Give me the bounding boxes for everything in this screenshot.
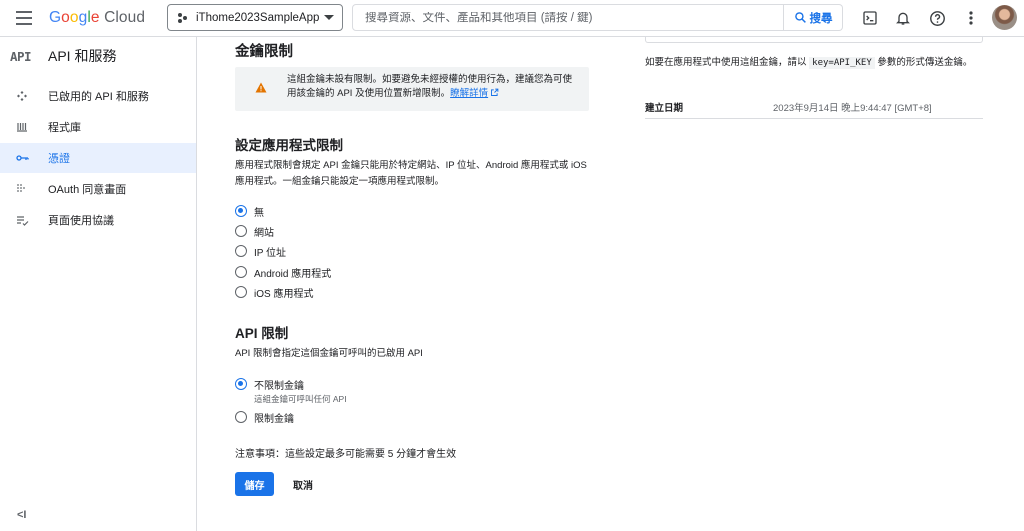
radio-selected-icon[interactable]: [235, 378, 247, 390]
app-restriction-none-option[interactable]: 無: [235, 203, 264, 219]
app-restriction-websites-option[interactable]: 網站: [235, 223, 274, 239]
api-key-field: [645, 37, 983, 43]
usage-text: 如要在應用程式中使用這組金鑰，請以: [645, 57, 807, 68]
key-restrictions-title: 金鑰限制: [235, 44, 293, 60]
api-logo-icon: API: [10, 48, 32, 64]
top-bar: Google Cloud iThome2023SampleApp 搜尋: [0, 0, 1024, 37]
key-param-code: key=API_KEY: [809, 57, 875, 69]
apis-icon: [16, 90, 48, 102]
creation-date-label: 建立日期: [645, 102, 684, 114]
sidebar-item-library[interactable]: 程式庫: [0, 112, 196, 142]
radio-unselected-icon[interactable]: [235, 411, 247, 423]
sidebar-title: API 和服務: [48, 48, 117, 64]
search-input[interactable]: [365, 11, 783, 24]
radio-selected-icon[interactable]: [235, 205, 247, 217]
sidebar-item-page-agreements[interactable]: 頁面使用協議: [0, 205, 196, 235]
more-options-icon[interactable]: [961, 8, 981, 28]
main-menu-icon[interactable]: [16, 11, 32, 25]
warning-text: 這組金鑰未設有限制。如要避免未經授權的使用行為，建議您為可使用該金鑰的 API …: [287, 74, 573, 99]
consent-icon: [16, 183, 48, 195]
dropdown-arrow-icon: [324, 15, 334, 20]
sidebar-header: API API 和服務: [10, 45, 116, 67]
api-no-restriction-hint: 這組金鑰可呼叫任何 API: [254, 394, 347, 404]
project-picker[interactable]: iThome2023SampleApp: [167, 4, 343, 31]
api-restrictions-description: API 限制會指定這個金鑰可呼叫的已啟用 API: [235, 348, 423, 359]
radio-label: 無: [254, 207, 264, 219]
sidebar-item-label: 程式庫: [48, 122, 81, 134]
radio-unselected-icon[interactable]: [235, 245, 247, 257]
radio-label: 限制金鑰: [254, 413, 294, 425]
api-restrict-key-option[interactable]: 限制金鑰: [235, 409, 294, 425]
sidebar-item-label: 已啟用的 API 和服務: [48, 91, 149, 103]
radio-label: IP 位址: [254, 247, 287, 259]
cloud-shell-icon[interactable]: [860, 8, 880, 28]
api-no-restriction-option[interactable]: 不限制金鑰: [235, 376, 304, 392]
search-button-label: 搜尋: [809, 12, 833, 25]
learn-more-link[interactable]: 瞭解詳情: [450, 88, 488, 99]
radio-label: 不限制金鑰: [254, 380, 304, 392]
usage-text-end: 參數的形式傳送金鑰。: [877, 57, 973, 68]
save-button[interactable]: 儲存: [235, 472, 274, 496]
radio-unselected-icon[interactable]: [235, 286, 247, 298]
sidebar-item-label: 憑證: [48, 153, 70, 165]
app-restrictions-description: 應用程式限制會規定 API 金鑰只能用於特定網站、IP 位址、Android 應…: [235, 160, 587, 187]
notifications-bell-icon[interactable]: [893, 8, 913, 28]
creation-date-row: 建立日期 2023年9月14日 晚上9:44:47 [GMT+8]: [645, 95, 983, 119]
radio-label: 網站: [254, 227, 274, 239]
sidebar-item-credentials[interactable]: 憑證: [0, 143, 196, 173]
sidebar-item-oauth-consent[interactable]: OAuth 同意畫面: [0, 174, 196, 204]
key-icon: [16, 154, 48, 162]
radio-label: iOS 應用程式: [254, 288, 314, 300]
external-link-icon: [491, 88, 499, 96]
warning-icon: [255, 82, 267, 98]
app-restrictions-title: 設定應用程式限制: [235, 138, 343, 153]
project-name: iThome2023SampleApp: [196, 11, 320, 24]
project-icon: [178, 12, 188, 24]
agreements-icon: [16, 215, 48, 226]
sidebar-item-label: OAuth 同意畫面: [48, 184, 127, 196]
user-avatar[interactable]: [992, 5, 1017, 30]
app-restriction-android-option[interactable]: Android 應用程式: [235, 264, 331, 280]
radio-unselected-icon[interactable]: [235, 266, 247, 278]
sidebar-item-label: 頁面使用協議: [48, 215, 114, 227]
library-icon: [16, 121, 48, 133]
key-usage-description: 如要在應用程式中使用這組金鑰，請以 key=API_KEY 參數的形式傳送金鑰。: [645, 55, 981, 71]
radio-label: Android 應用程式: [254, 268, 332, 280]
search-box: [352, 4, 784, 31]
google-cloud-logo[interactable]: Google Cloud: [49, 9, 145, 27]
cancel-button[interactable]: 取消: [284, 472, 322, 496]
help-icon[interactable]: [927, 8, 947, 28]
settings-delay-note: 注意事項：這些設定最多可能需要 5 分鐘才會生效: [235, 449, 457, 460]
sidebar: API API 和服務 已啟用的 API 和服務 程式庫 憑證 OAuth 同意…: [0, 37, 197, 531]
sidebar-item-enabled-apis[interactable]: 已啟用的 API 和服務: [0, 81, 196, 111]
api-restrictions-title: API 限制: [235, 326, 289, 341]
app-restriction-ip-option[interactable]: IP 位址: [235, 243, 286, 259]
creation-date-value: 2023年9月14日 晚上9:44:47 [GMT+8]: [773, 102, 932, 114]
search-icon: [794, 12, 806, 23]
radio-unselected-icon[interactable]: [235, 225, 247, 237]
search-button[interactable]: 搜尋: [784, 4, 843, 31]
app-restriction-ios-option[interactable]: iOS 應用程式: [235, 284, 313, 300]
collapse-sidebar-button[interactable]: <I: [17, 509, 26, 521]
unrestricted-key-warning: 這組金鑰未設有限制。如要避免未經授權的使用行為，建議您為可使用該金鑰的 API …: [235, 67, 589, 111]
